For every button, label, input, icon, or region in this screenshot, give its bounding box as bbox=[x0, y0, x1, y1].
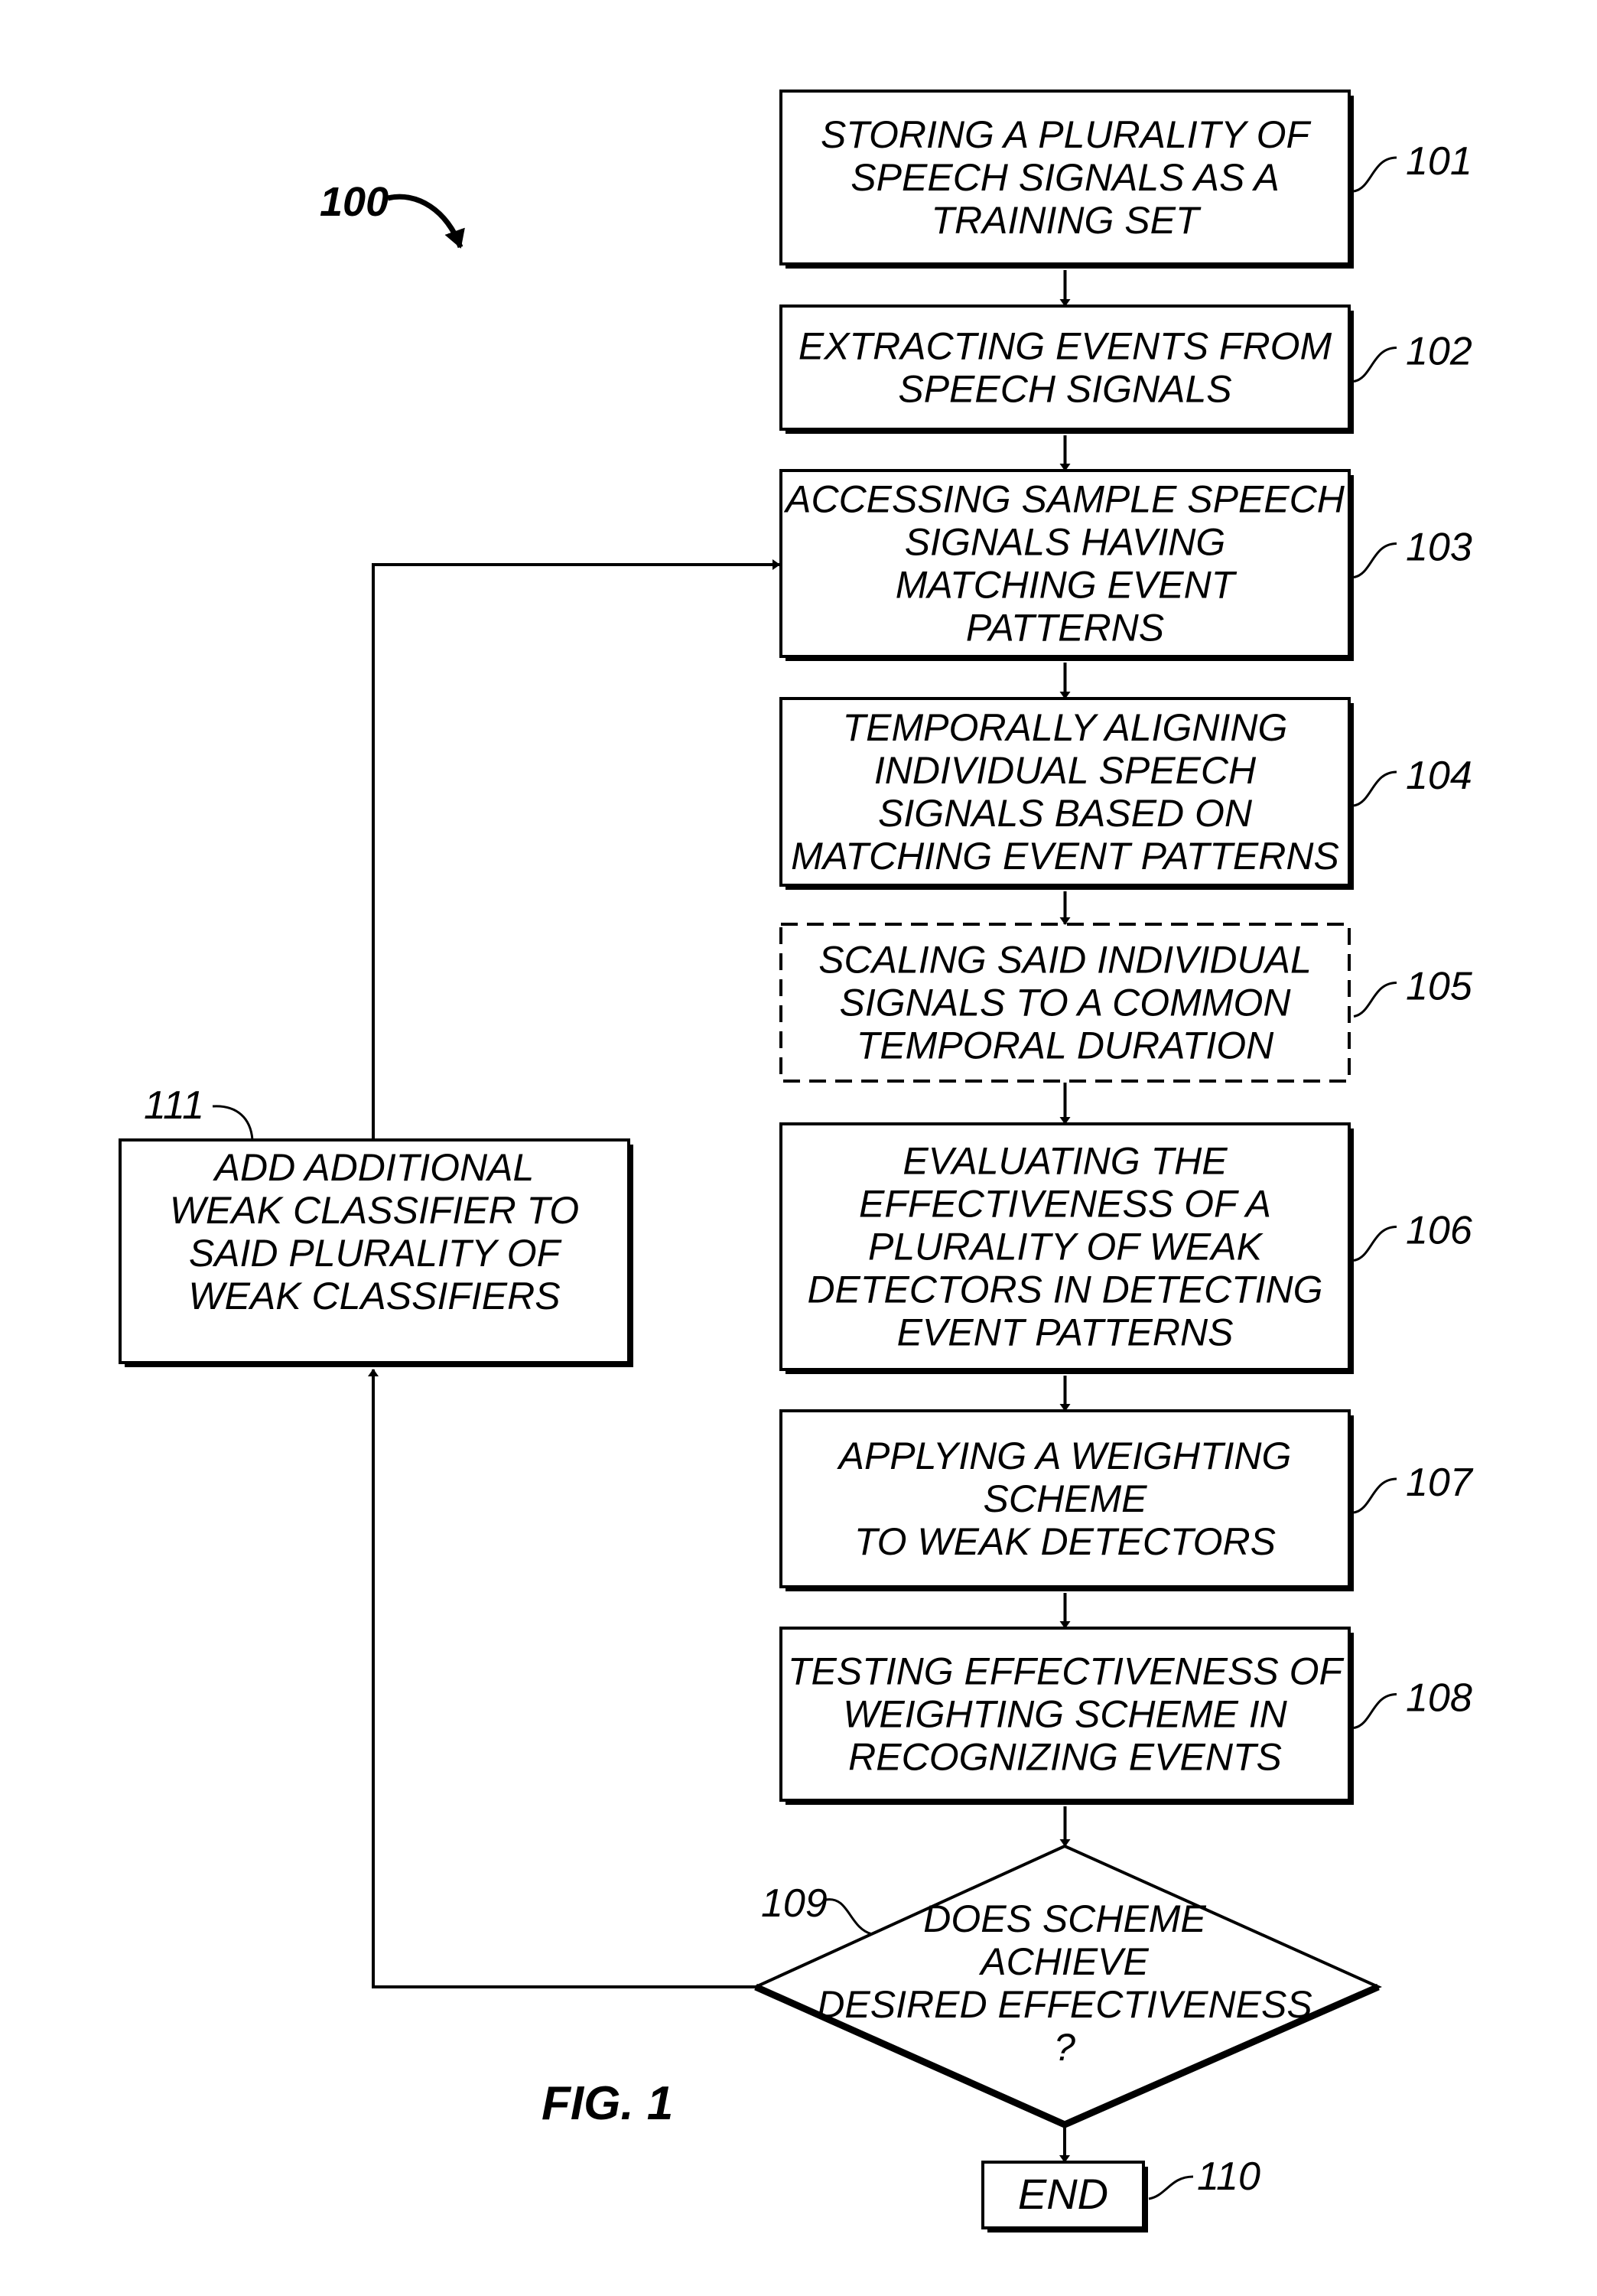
step-text-line: SCALING SAID INDIVIDUAL bbox=[818, 939, 1312, 982]
loop-step-ref-number: 111 bbox=[144, 1083, 204, 1128]
step-text-line: PATTERNS bbox=[966, 607, 1164, 650]
ref-leader-line bbox=[1353, 347, 1397, 383]
ref-leader-line bbox=[1353, 1477, 1397, 1514]
ref-leader-line bbox=[1353, 542, 1397, 578]
step-text-line: STORING A PLURALITY OF bbox=[821, 113, 1311, 156]
ref-leader-line bbox=[1148, 2175, 1194, 2200]
ref-leader-line bbox=[1353, 770, 1397, 807]
step-text-line: ACCESSING SAMPLE SPEECH bbox=[783, 478, 1345, 521]
step-text-line: SIGNALS BASED ON bbox=[878, 792, 1253, 835]
step-text-line: SPEECH SIGNALS AS A bbox=[851, 156, 1279, 199]
step-ref-number: 102 bbox=[1406, 330, 1472, 374]
decision-text-line: DOES SCHEME bbox=[923, 1897, 1206, 1940]
step-text-line: EVALUATING THE bbox=[903, 1140, 1228, 1183]
decision-ref-number: 109 bbox=[761, 1881, 828, 1926]
ref-leader-line bbox=[212, 1105, 254, 1141]
steps-layer: STORING A PLURALITY OFSPEECH SIGNALS AS … bbox=[119, 90, 1474, 2232]
step-text-line: TRAINING SET bbox=[931, 199, 1201, 242]
no-branch-arrow bbox=[368, 1369, 756, 1988]
loop-step-text-line: SAID PLURALITY OF bbox=[189, 1232, 562, 1275]
step-text-line: TESTING EFFECTIVENESS OF bbox=[788, 1650, 1345, 1693]
end-110: END bbox=[981, 2161, 1148, 2232]
step-text-line: APPLYING A WEIGHTING bbox=[837, 1435, 1292, 1477]
loop-step-text-line: WEAK CLASSIFIERS bbox=[188, 1275, 560, 1317]
step-text-line: TO WEAK DETECTORS bbox=[854, 1520, 1276, 1563]
step-ref-number: 105 bbox=[1406, 965, 1473, 1009]
step-text-line: DETECTORS IN DETECTING bbox=[807, 1268, 1322, 1311]
ref-leader-line bbox=[1353, 982, 1397, 1018]
step-text-line: MATCHING EVENT PATTERNS bbox=[791, 835, 1339, 878]
figure-ref-label: 100 bbox=[320, 179, 389, 225]
step-text-line: RECOGNIZING EVENTS bbox=[848, 1736, 1282, 1779]
ref-leader-line bbox=[1353, 1693, 1397, 1729]
step-text-line: TEMPORALLY ALIGNING bbox=[843, 706, 1288, 749]
step-ref-number: 110 bbox=[1197, 2154, 1260, 2199]
step-text-line: EFFECTIVENESS OF A bbox=[859, 1183, 1271, 1226]
step-ref-number: 106 bbox=[1406, 1209, 1472, 1253]
step-ref-number: 103 bbox=[1406, 526, 1472, 570]
loop-back-arrow bbox=[372, 559, 780, 1140]
step-text-line: SPEECH SIGNALS bbox=[898, 368, 1231, 411]
step-ref-number: 108 bbox=[1406, 1676, 1472, 1721]
step-text-line: SIGNALS HAVING bbox=[905, 521, 1226, 564]
decision-text-line: ACHIEVE bbox=[978, 1940, 1149, 1983]
ref-leader-line bbox=[825, 1898, 873, 1936]
loop-step-text-line: WEAK CLASSIFIER TO bbox=[170, 1189, 579, 1232]
step-text-line: WEIGHTING SCHEME IN bbox=[843, 1693, 1287, 1736]
step-text-line: INDIVIDUAL SPEECH bbox=[874, 749, 1257, 792]
step-ref-number: 104 bbox=[1406, 754, 1472, 798]
step-text-line: TEMPORAL DURATION bbox=[857, 1024, 1274, 1067]
decision-text-line: DESIRED EFFECTIVENESS bbox=[817, 1983, 1312, 2026]
decision-text-line: ? bbox=[1054, 2026, 1075, 2069]
ref-leader-line bbox=[1353, 1226, 1397, 1262]
step-ref-number: 101 bbox=[1406, 139, 1472, 184]
step-text-line: SCHEME bbox=[984, 1477, 1148, 1520]
loop-step-text-line: ADD ADDITIONAL bbox=[213, 1146, 535, 1189]
flowchart: 100 FIG. 1 STORING A PLURALITY OFSPEECH … bbox=[119, 90, 1474, 2232]
step-ref-number: 107 bbox=[1406, 1461, 1474, 1505]
step-text-line: EXTRACTING EVENTS FROM bbox=[798, 325, 1332, 368]
step-text-line: EVENT PATTERNS bbox=[897, 1311, 1234, 1354]
step-text-line: PLURALITY OF WEAK bbox=[868, 1226, 1264, 1268]
end-label: END bbox=[1018, 2170, 1108, 2218]
step-text-line: MATCHING EVENT bbox=[896, 564, 1238, 607]
figure-caption: FIG. 1 bbox=[542, 2077, 673, 2130]
step-text-line: SIGNALS TO A COMMON bbox=[840, 982, 1292, 1024]
figure-ref-arrow bbox=[387, 194, 465, 249]
ref-leader-line bbox=[1353, 156, 1397, 193]
